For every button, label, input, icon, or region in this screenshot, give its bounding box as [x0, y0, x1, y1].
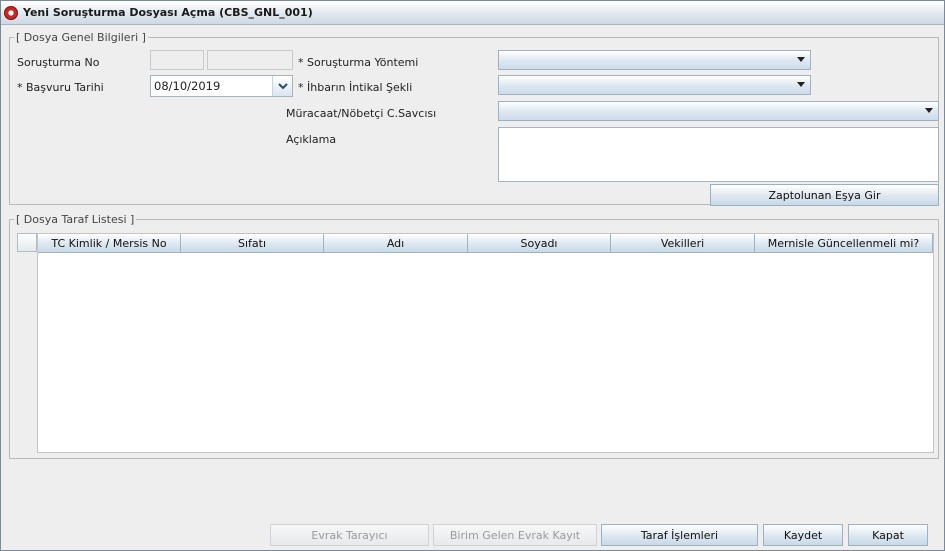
- dropdown-arrow-icon: [925, 108, 933, 113]
- parties-legend: [ Dosya Taraf Listesi ]: [16, 213, 135, 226]
- column-header-tc-kimlik[interactable]: TC Kimlik / Mersis No: [38, 234, 181, 253]
- sorusturma-yontemi-select[interactable]: [498, 50, 811, 70]
- birim-gelen-evrak-button[interactable]: Birim Gelen Evrak Kayıt: [433, 524, 597, 546]
- sorusturma-yontemi-label: * Soruşturma Yöntemi: [298, 56, 419, 69]
- basvuru-tarihi-field[interactable]: 08/10/2019: [150, 75, 293, 97]
- chevron-down-icon: [277, 83, 288, 90]
- aciklama-label: Açıklama: [286, 133, 337, 146]
- seal-icon: [4, 5, 18, 20]
- window-title: Yeni Soruşturma Dosyası Açma (CBS_GNL_00…: [23, 6, 313, 19]
- ihbar-intikal-label: * İhbarın İntikal Şekli: [298, 81, 413, 94]
- muracaat-select[interactable]: [498, 101, 939, 121]
- table-corner-select-all[interactable]: [17, 233, 37, 252]
- column-header-adi[interactable]: Adı: [324, 234, 468, 253]
- main-window: Yeni Soruşturma Dosyası Açma (CBS_GNL_00…: [0, 0, 945, 551]
- kaydet-button[interactable]: Kaydet: [763, 524, 843, 546]
- birim-gelen-evrak-label: Birim Gelen Evrak Kayıt: [449, 528, 581, 542]
- parties-table-header: TC Kimlik / Mersis No Sıfatı Adı Soyadı …: [38, 234, 933, 253]
- aciklama-textarea[interactable]: [498, 127, 939, 182]
- calendar-dropdown-button[interactable]: [272, 76, 292, 96]
- kaydet-label: Kaydet: [783, 528, 823, 542]
- sorusturma-no-field-1: [150, 50, 204, 70]
- taraf-islemleri-button[interactable]: Taraf İşlemleri: [601, 524, 758, 546]
- column-header-vekilleri[interactable]: Vekilleri: [611, 234, 755, 253]
- kapat-button[interactable]: Kapat: [848, 524, 928, 546]
- dropdown-arrow-icon: [797, 57, 805, 62]
- column-header-soyadi[interactable]: Soyadı: [468, 234, 611, 253]
- general-info-legend: [ Dosya Genel Bilgileri ]: [16, 31, 146, 44]
- ihbar-intikal-select[interactable]: [498, 75, 811, 95]
- basvuru-tarihi-label: * Başvuru Tarihi: [17, 81, 104, 94]
- column-header-mernis[interactable]: Mernisle Güncellenmeli mi?: [755, 234, 933, 253]
- basvuru-tarihi-value: 08/10/2019: [154, 79, 221, 93]
- kapat-label: Kapat: [872, 528, 904, 542]
- taraf-islemleri-label: Taraf İşlemleri: [640, 528, 719, 542]
- column-header-sifati[interactable]: Sıfatı: [181, 234, 324, 253]
- evrak-tarayici-label: Evrak Tarayıcı: [311, 528, 388, 542]
- title-bar: Yeni Soruşturma Dosyası Açma (CBS_GNL_00…: [1, 1, 944, 25]
- dropdown-arrow-icon: [797, 82, 805, 87]
- zapt-esya-label: Zaptolunan Eşya Gir: [768, 188, 881, 202]
- zapt-esya-button[interactable]: Zaptolunan Eşya Gir: [710, 184, 939, 206]
- parties-table: TC Kimlik / Mersis No Sıfatı Adı Soyadı …: [37, 233, 934, 453]
- muracaat-label: Müracaat/Nöbetçi C.Savcısı: [286, 107, 437, 120]
- sorusturma-no-label: Soruşturma No: [17, 56, 100, 69]
- evrak-tarayici-button[interactable]: Evrak Tarayıcı: [270, 524, 429, 546]
- sorusturma-no-field-2: [207, 50, 293, 70]
